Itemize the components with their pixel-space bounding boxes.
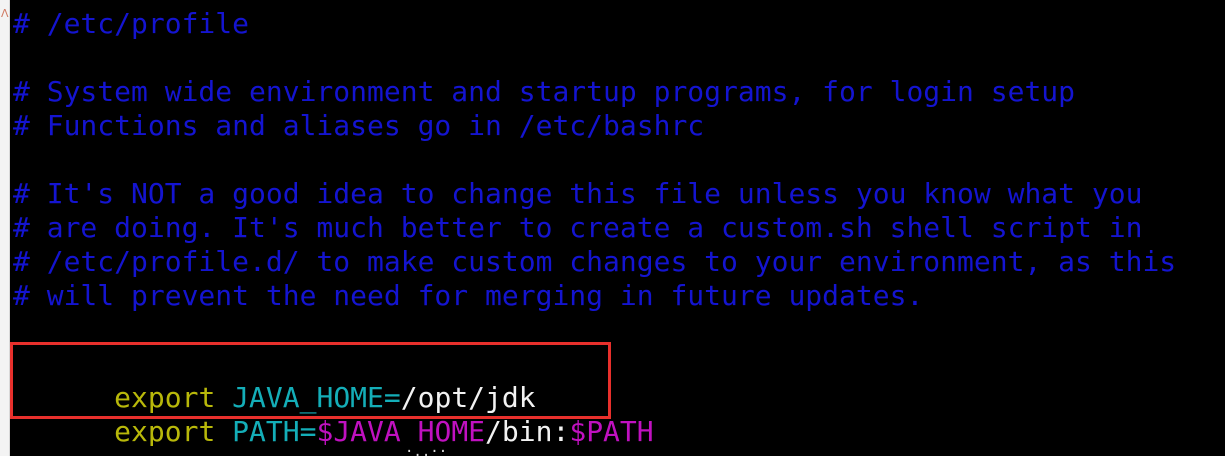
comment-line-custom-script: # are doing. It's much better to create … [13,211,1143,244]
path-reference: $PATH [569,415,654,448]
bin-path-segment: /bin: [485,415,570,448]
export-java-home-line: export JAVA_HOME=/opt/jdk [13,347,535,414]
comment-line-not-good-idea: # It's NOT a good idea to change this fi… [13,177,1143,210]
comment-line-functions-aliases: # Functions and aliases go in /etc/bashr… [13,109,705,142]
comment-line-profile-path: # /etc/profile [13,7,250,40]
window-left-edge: Λ [0,0,10,456]
export-path-line: export PATH=$JAVA_HOME/bin:$PATH [13,381,653,448]
terminal-window: Λ # /etc/profile # System wide environme… [0,0,1225,456]
comment-line-future-updates: # will prevent the need for merging in f… [13,279,924,312]
path-variable: PATH [232,415,300,448]
partially-visible-line: ·..·· [10,444,1225,456]
editor-viewport[interactable]: # /etc/profile # System wide environment… [10,0,1225,456]
comment-line-profile-d: # /etc/profile.d/ to make custom changes… [13,245,1177,278]
partial-text-fragment: ·..·· [405,444,448,456]
edge-marker-icon: Λ [1,7,9,20]
assignment-operator: = [299,415,317,448]
comment-line-system-wide: # System wide environment and startup pr… [13,75,1076,108]
java-home-reference: $JAVA_HOME [316,415,486,448]
export-keyword: export [114,415,216,448]
